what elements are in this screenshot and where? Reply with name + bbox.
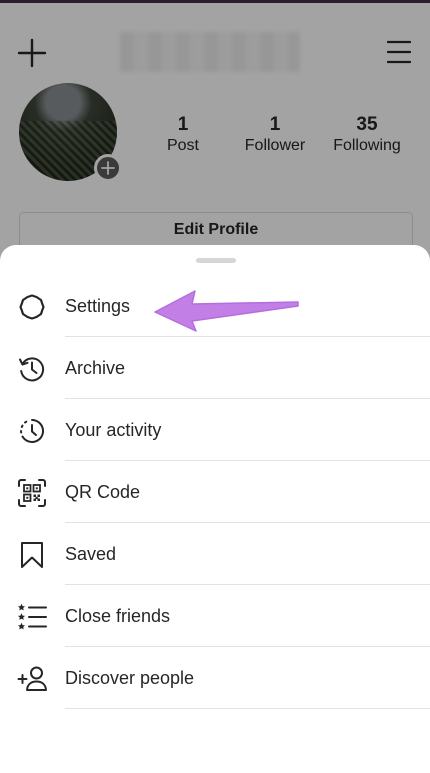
menu-item-label: QR Code [65,482,141,502]
menu-item-qr-code[interactable]: QR Code [0,461,430,523]
activity-clock-icon [20,418,44,443]
menu-item-saved[interactable]: Saved [0,523,430,585]
annotation-arrow-icon [154,290,299,332]
menu-item-your-activity[interactable]: Your activity [0,399,430,461]
menu-item-label: Close friends [65,606,171,626]
archive-clock-icon [19,357,45,382]
menu-item-label: Your activity [65,420,162,440]
menu-item-label: Settings [65,296,131,316]
qr-code-icon [18,479,46,507]
menu-item-discover-people[interactable]: Discover people [0,647,430,709]
menu-item-archive[interactable]: Archive [0,337,430,399]
sheet-grabber-handle[interactable] [196,258,236,263]
divider [65,708,430,709]
settings-gear-icon [19,294,45,320]
menu-item-label: Discover people [65,668,195,688]
menu-item-close-friends[interactable]: Close friends [0,585,430,647]
add-person-icon [17,666,47,691]
close-friends-list-icon [18,603,47,630]
menu-item-label: Archive [65,358,126,378]
menu-item-label: Saved [65,544,117,564]
bookmark-icon [21,542,43,568]
